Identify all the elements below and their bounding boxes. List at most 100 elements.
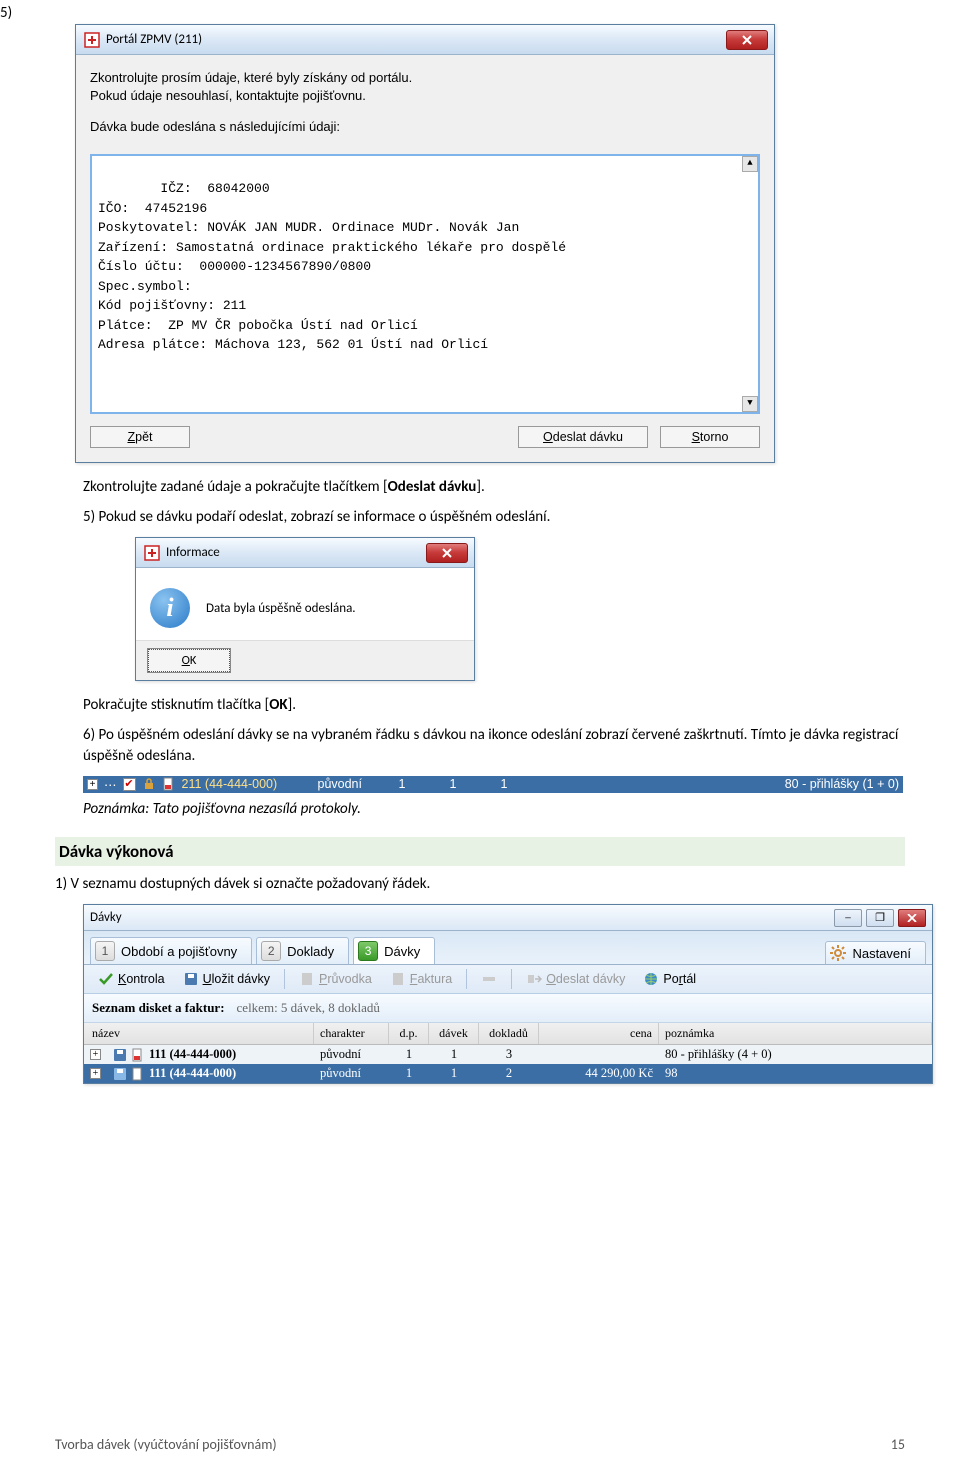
row-name: 111 (44-444-000): [149, 1047, 236, 1062]
row-character: původní: [318, 777, 393, 791]
close-button[interactable]: [726, 30, 768, 50]
cancel-button[interactable]: Storno: [660, 426, 760, 448]
tab-bar: 1 Období a pojišťovny 2 Doklady 3 Dávky …: [84, 931, 932, 965]
list-title: Seznam disket a faktur:: [92, 1000, 225, 1016]
toolbar-kontrola[interactable]: Kontrola: [90, 969, 173, 989]
expand-icon[interactable]: +: [90, 1049, 101, 1060]
tab-obdobi-pojistovny[interactable]: 1 Období a pojišťovny: [90, 937, 252, 964]
paragraph-success-info: 5) Pokud se dávku podaří odeslat, zobraz…: [83, 507, 905, 527]
section-heading-vykonova: Dávka výkonová: [55, 837, 905, 866]
close-button[interactable]: [898, 909, 926, 927]
info-title: Informace: [166, 545, 220, 560]
step-number-5: 5): [0, 4, 12, 22]
toolbar-pruvodka: Průvodka: [291, 969, 380, 989]
table-row[interactable]: +111 (44-444-000)původní11244 290,00 Kč9…: [84, 1064, 932, 1083]
info-message: Data byla úspěšně odeslána.: [206, 601, 356, 616]
scroll-up-button[interactable]: ▲: [742, 156, 758, 172]
maximize-button[interactable]: ❐: [866, 909, 894, 927]
intro-line-2: Pokud údaje nesouhlasí, kontaktujte poji…: [90, 87, 760, 105]
tab-nastaveni[interactable]: Nastavení: [825, 941, 926, 964]
footer-page-number: 15: [891, 1436, 905, 1453]
row-dokladu: 3: [479, 1046, 539, 1063]
doc-icon: [131, 1067, 145, 1081]
row-character: původní: [314, 1046, 389, 1063]
davky-title-bar: Dávky ─ ❐: [84, 905, 932, 931]
paragraph-check-data: Zkontrolujte zadané údaje a pokračujte t…: [83, 477, 905, 497]
app-icon: [144, 545, 160, 561]
sent-check-icon: ✔: [123, 778, 136, 791]
toolbar-portal[interactable]: Portál: [635, 969, 704, 989]
doc-icon: [162, 777, 176, 791]
info-close-button[interactable]: [426, 543, 468, 563]
row-poznamka: 98: [659, 1065, 932, 1082]
col-poznamka[interactable]: poznámka: [659, 1023, 932, 1044]
save-icon: [183, 971, 199, 987]
table-row[interactable]: +111 (44-444-000)původní11380 - přihlášk…: [84, 1045, 932, 1064]
document-icon: [299, 971, 315, 987]
row-character: původní: [314, 1065, 389, 1082]
row-dp: 1: [389, 1065, 429, 1082]
column-headers: název charakter d.p. dávek dokladů cena …: [84, 1023, 932, 1045]
send-icon: [526, 971, 542, 987]
footer-left: Tvorba dávek (vyúčtování pojišťovnám): [55, 1436, 277, 1453]
row-cena: 44 290,00 Kč: [539, 1065, 659, 1082]
app-icon: [84, 32, 100, 48]
row-dp: 1: [389, 1046, 429, 1063]
tab-number-3: 3: [358, 941, 378, 961]
doc-icon: [131, 1048, 145, 1062]
expand-icon[interactable]: +: [87, 779, 98, 790]
row-name: 211 (44-444-000): [182, 777, 312, 791]
title-bar: Portál ZPMV (211): [76, 25, 774, 55]
col-dokladu[interactable]: dokladů: [479, 1023, 539, 1044]
row-note: 80 - přihlášky (1 + 0): [567, 777, 900, 791]
dialog-body: Zkontrolujte prosím údaje, které byly zí…: [76, 55, 774, 462]
davky-title: Dávky: [90, 910, 122, 925]
scroll-down-button[interactable]: ▼: [742, 396, 758, 412]
tab-davky[interactable]: 3 Dávky: [353, 937, 435, 964]
tab-number-2: 2: [261, 941, 281, 961]
row-cena: [539, 1054, 659, 1056]
paragraph-press-ok: Pokračujte stisknutím tlačítka [OK].: [83, 695, 905, 715]
toolbar-ulozit-davky[interactable]: Uložit dávky: [175, 969, 278, 989]
row-dokladu: 1: [501, 777, 561, 791]
col-charakter[interactable]: charakter: [314, 1023, 389, 1044]
lock-icon: [142, 777, 156, 791]
toolbar: Kontrola Uložit dávky Průvodka Faktura: [84, 965, 932, 994]
globe-icon: [643, 971, 659, 987]
row-davek: 1: [429, 1046, 479, 1063]
toolbar-attach: [473, 969, 505, 989]
ok-button[interactable]: OK: [148, 649, 230, 672]
paragraph-after-send: 6) Po úspěšném odeslání dávky se na vybr…: [83, 725, 905, 766]
gear-icon: [830, 945, 846, 961]
send-batch-button[interactable]: Odeslat dávku: [518, 426, 648, 448]
info-icon: i: [150, 588, 190, 628]
portal-zpmv-dialog: Portál ZPMV (211) Zkontrolujte prosím úd…: [75, 24, 775, 463]
list-summary: celkem: 5 dávek, 8 dokladů: [237, 1000, 380, 1016]
row-davek: 1: [450, 777, 495, 791]
minimize-button[interactable]: ─: [834, 909, 862, 927]
rows-container: +111 (44-444-000)původní11380 - přihlášk…: [84, 1045, 932, 1083]
intro-line-1: Zkontrolujte prosím údaje, které byly zí…: [90, 69, 760, 87]
information-dialog: Informace i Data byla úspěšně odeslána. …: [135, 537, 475, 681]
row-dokladu: 2: [479, 1065, 539, 1082]
row-dp: 1: [399, 777, 444, 791]
row-davek: 1: [429, 1065, 479, 1082]
check-icon: [98, 971, 114, 987]
attach-icon: [481, 971, 497, 987]
col-dp[interactable]: d.p.: [389, 1023, 429, 1044]
back-button[interactable]: Zpět: [90, 426, 190, 448]
col-cena[interactable]: cena: [539, 1023, 659, 1044]
row-name: 111 (44-444-000): [149, 1066, 236, 1081]
col-nazev[interactable]: název: [84, 1023, 314, 1044]
details-textarea[interactable]: IČZ: 68042000 IČO: 47452196 Poskytovatel…: [90, 154, 760, 414]
col-davek[interactable]: dávek: [429, 1023, 479, 1044]
toolbar-odeslat-davky: Odeslat dávky: [518, 969, 633, 989]
disk-icon: [113, 1048, 127, 1062]
tree-row-selected[interactable]: + ⋯ ✔ 211 (44-444-000) původní 1 1 1 80 …: [83, 776, 903, 793]
expand-icon[interactable]: +: [90, 1068, 101, 1079]
toolbar-faktura: Faktura: [382, 969, 460, 989]
tab-doklady[interactable]: 2 Doklady: [256, 937, 349, 964]
details-content: IČZ: 68042000 IČO: 47452196 Poskytovatel…: [98, 181, 566, 352]
row-poznamka: 80 - přihlášky (4 + 0): [659, 1046, 932, 1063]
disk-icon: [113, 1067, 127, 1081]
